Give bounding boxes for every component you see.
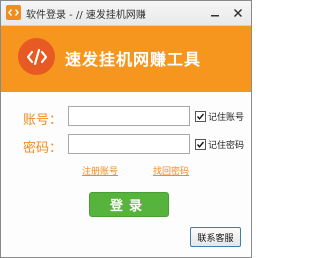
remember-account-checkbox[interactable]: 记住账号 bbox=[195, 110, 244, 123]
app-logo-icon bbox=[6, 5, 21, 20]
login-button[interactable]: 登录 bbox=[89, 192, 169, 217]
close-button[interactable] bbox=[228, 3, 247, 21]
recover-password-link[interactable]: 找回密码 bbox=[153, 164, 189, 177]
account-input[interactable] bbox=[68, 106, 190, 126]
register-link[interactable]: 注册账号 bbox=[82, 164, 118, 177]
app-heading: 速发挂机网赚工具 bbox=[65, 50, 202, 69]
password-input[interactable] bbox=[68, 134, 190, 154]
contact-support-button[interactable]: 联系客服 bbox=[190, 227, 241, 247]
remember-password-checkbox[interactable]: 记住密码 bbox=[195, 138, 244, 151]
remember-password-label: 记住密码 bbox=[208, 141, 245, 151]
close-icon bbox=[233, 3, 243, 22]
remember-account-label: 记住账号 bbox=[208, 113, 245, 123]
password-label: 密码： bbox=[23, 141, 63, 156]
checkbox-checked-icon[interactable] bbox=[195, 111, 206, 122]
login-window: 软件登录 - // 速发挂机网赚 速发挂机网赚工具 账号： 记住账号 密码： 记… bbox=[0, 0, 252, 258]
account-label: 账号： bbox=[23, 113, 63, 128]
checkbox-checked-icon[interactable] bbox=[195, 139, 206, 150]
title-bar[interactable]: 软件登录 - // 速发挂机网赚 bbox=[1, 1, 251, 26]
minimize-button[interactable] bbox=[205, 3, 224, 21]
window-title: 软件登录 - // 速发挂机网赚 bbox=[26, 10, 146, 21]
code-icon bbox=[18, 38, 55, 75]
minimize-icon bbox=[210, 3, 220, 22]
